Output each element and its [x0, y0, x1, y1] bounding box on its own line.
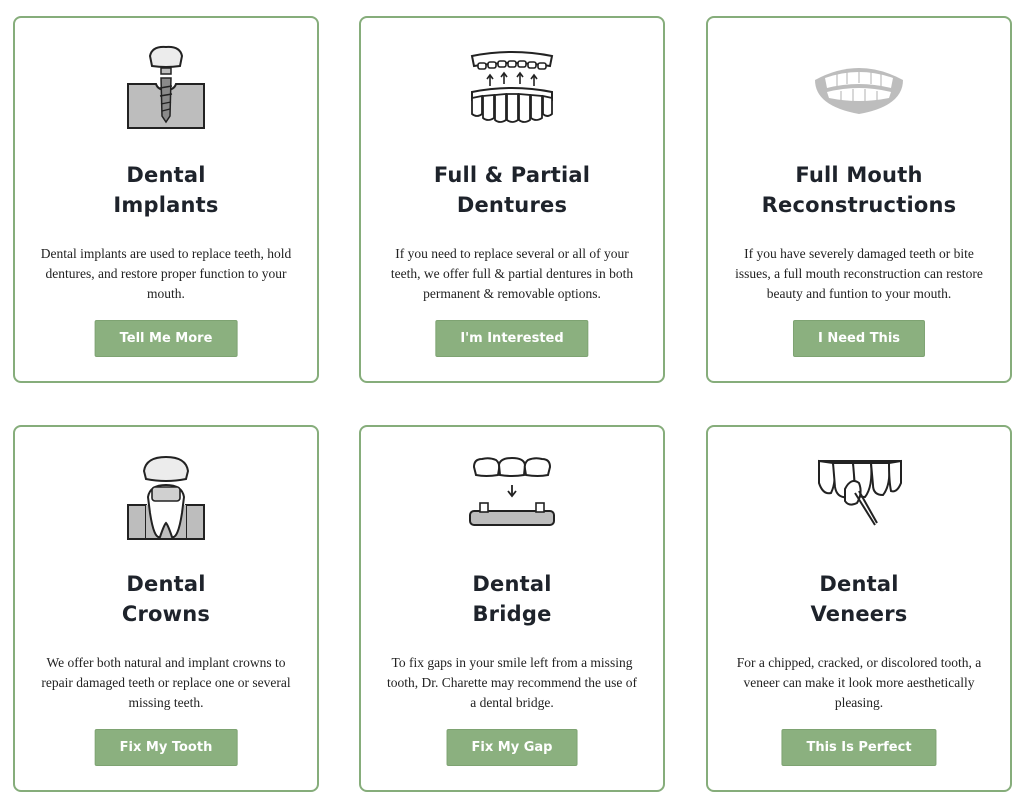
card-description: If you need to replace several or all of… — [390, 246, 634, 301]
card-title: Dental Bridge — [472, 572, 552, 626]
service-card-dental-veneers: Dental Veneers For a chipped, cracked, o… — [706, 425, 1012, 792]
fix-my-tooth-button[interactable]: Fix My Tooth — [94, 729, 238, 766]
service-card-dentures: Full & Partial Dentures If you need to r… — [359, 16, 665, 383]
card-title: Full Mouth Reconstructions — [761, 163, 957, 217]
card-title: Full & Partial Dentures — [433, 163, 591, 217]
dentures-icon — [462, 44, 562, 134]
i-need-this-button[interactable]: I Need This — [792, 320, 926, 357]
card-title: Dental Veneers — [810, 572, 908, 626]
service-card-dental-crowns: Dental Crowns We offer both natural and … — [13, 425, 319, 792]
full-mouth-smile-icon — [809, 44, 909, 134]
this-is-perfect-button[interactable]: This Is Perfect — [781, 729, 937, 766]
card-description: We offer both natural and implant crowns… — [41, 655, 291, 710]
service-card-dental-implants: Dental Implants Dental implants are used… — [13, 16, 319, 383]
dental-bridge-icon — [462, 453, 562, 543]
card-title: Dental Crowns — [121, 572, 211, 626]
card-description: Dental implants are used to replace teet… — [40, 246, 292, 301]
card-description: For a chipped, cracked, or discolored to… — [736, 655, 982, 710]
service-card-dental-bridge: Dental Bridge To fix gaps in your smile … — [359, 425, 665, 792]
dental-veneer-icon — [809, 453, 909, 543]
im-interested-button[interactable]: I'm Interested — [435, 320, 589, 357]
fix-my-gap-button[interactable]: Fix My Gap — [446, 729, 578, 766]
services-grid: Dental Implants Dental implants are used… — [0, 0, 1024, 801]
tell-me-more-button[interactable]: Tell Me More — [94, 320, 238, 357]
card-description: To fix gaps in your smile left from a mi… — [386, 655, 638, 710]
service-card-full-mouth: Full Mouth Reconstructions If you have s… — [706, 16, 1012, 383]
dental-implant-icon — [116, 44, 216, 134]
card-title: Dental Implants — [113, 163, 219, 217]
dental-crown-icon — [116, 453, 216, 543]
card-description: If you have severely damaged teeth or bi… — [735, 246, 983, 301]
